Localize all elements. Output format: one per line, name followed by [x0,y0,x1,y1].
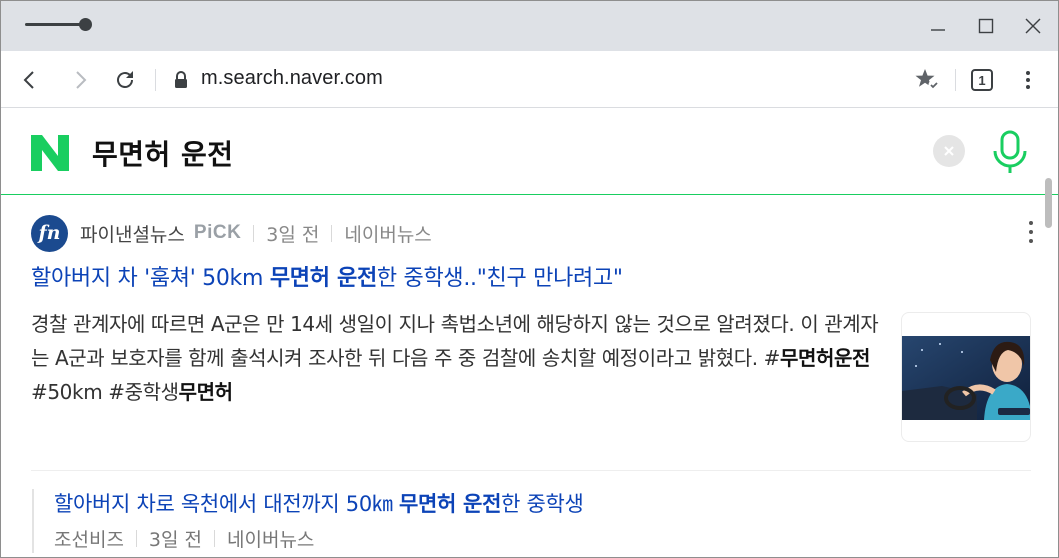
search-header: 무면허 운전 [1,109,1058,195]
press-name[interactable]: 파이낸셜뉴스 [80,220,185,247]
tab-count: 1 [971,69,993,91]
more-dot-icon [1029,238,1033,243]
hashtag-keyword: 무면허운전 [780,346,871,370]
maximize-icon [978,18,994,34]
meta-divider [331,224,333,242]
browser-window: m.search.naver.com 1 무면허 운전 fn 파이낸셜뉴스 Pi… [0,0,1059,558]
toolbar-divider [155,69,156,91]
hashtag-keyword: 무면허 [178,380,233,404]
news-summary[interactable]: 경찰 관계자에 따르면 A군은 만 14세 생일이 지나 촉법소년에 해당하지 … [31,307,881,409]
related-meta-row: 조선비즈 3일 전 네이버뉴스 [54,523,732,553]
more-dot-icon [1029,221,1033,226]
related-title-text: 한 중학생 [501,492,584,516]
meta-divider [135,529,137,547]
address-bar-url[interactable]: m.search.naver.com [201,67,383,90]
forward-arrow-icon [76,71,87,89]
related-article-title-link[interactable]: 할아버지 차로 옥천에서 대전까지 50㎞ 무면허 운전한 중학생 [54,489,732,519]
site-info-button[interactable] [166,65,196,95]
back-button[interactable] [15,65,45,95]
reload-icon [117,71,133,88]
voice-search-mic-icon[interactable] [989,129,1031,175]
bookmark-star-icon [915,69,940,91]
kebab-menu-icon [1026,71,1030,89]
close-window-button[interactable] [1018,11,1048,41]
meta-divider [253,224,255,242]
bookmark-button[interactable] [913,65,943,95]
related-title-keyword: 무면허 운전 [398,492,502,516]
clear-x-icon [944,146,954,156]
headline-keyword: 무면허 운전 [269,266,377,291]
naver-news-link[interactable]: 네이버뉴스 [344,220,431,247]
related-naver-news-link[interactable]: 네이버뉴스 [227,525,314,552]
hashtag: #50km #중학생 [31,380,179,404]
close-icon [1025,18,1041,34]
summary-text: 경찰 관계자에 따르면 A군은 만 14세 생일이 지나 촉법소년에 해당하지 … [31,312,879,370]
meta-divider [214,529,216,547]
related-time: 3일 전 [148,528,203,551]
back-arrow-icon [23,71,34,89]
more-dot-icon [1029,229,1033,234]
card-more-button[interactable] [1021,219,1041,245]
minimize-icon [931,29,945,31]
toolbar-divider-right [955,69,956,91]
page-scrollbar-thumb[interactable] [1045,178,1052,228]
headline-text: 할아버지 차 '훔쳐' 50km [31,266,270,291]
related-title-text: 할아버지 차로 옥천에서 대전까지 50㎞ [54,492,399,516]
search-query-input[interactable]: 무면허 운전 [92,133,234,173]
forward-button[interactable] [65,65,95,95]
tab-switcher-button[interactable]: 1 [967,65,997,95]
related-article: 할아버지 차로 옥천에서 대전까지 50㎞ 무면허 운전한 중학생 조선비즈 3… [32,489,732,553]
clear-search-button[interactable] [933,135,965,167]
news-source-row: fn 파이낸셜뉴스 PiCK 3일 전 네이버뉴스 [31,214,432,252]
news-thumbnail[interactable] [901,312,1031,442]
tab-drag-handle[interactable] [25,23,85,26]
news-time: 3일 전 [266,223,320,246]
naver-logo-icon[interactable] [31,135,69,171]
press-logo-fn-icon[interactable]: fn [31,214,68,252]
headline-text: 한 중학생.."친구 만나려고" [376,266,623,291]
browser-toolbar: m.search.naver.com 1 [1,51,1058,108]
lock-icon [175,71,187,88]
minimize-button[interactable] [923,11,953,41]
pick-badge: PiCK [193,222,242,243]
title-bar [1,1,1058,51]
hashtag: # [763,346,781,370]
news-headline-link[interactable]: 할아버지 차 '훔쳐' 50km 무면허 운전한 중학생.."친구 만나려고" [31,260,623,292]
related-press-name[interactable]: 조선비즈 [54,525,124,552]
reload-button[interactable] [110,65,140,95]
tab-drag-handle-knob[interactable] [79,18,92,31]
maximize-button[interactable] [971,11,1001,41]
section-divider [31,470,1031,471]
browser-menu-button[interactable] [1013,65,1043,95]
thumbnail-illustration [902,336,1030,420]
